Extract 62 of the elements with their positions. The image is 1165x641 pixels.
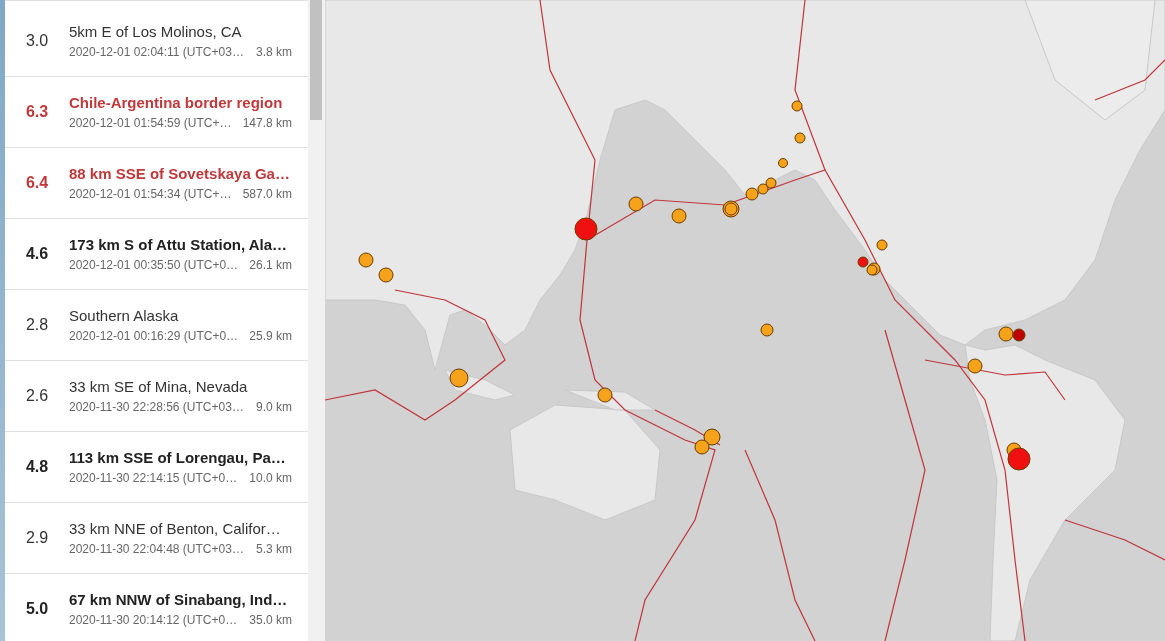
depth: 9.0 km: [256, 400, 292, 414]
depth: 26.1 km: [249, 258, 292, 272]
depth: 35.0 km: [249, 613, 292, 627]
event-time: 2020-12-01 00:35:50 (UTC+0…: [69, 258, 239, 272]
location-title: 113 km SSE of Lorengau, Pa…: [69, 449, 287, 466]
magnitude: 6.3: [24, 103, 50, 121]
event-time: 2020-11-30 20:14:12 (UTC+0…: [69, 613, 238, 627]
earthquake-marker[interactable]: [791, 100, 803, 112]
earthquake-marker[interactable]: [778, 158, 788, 168]
event-time: 2020-12-01 01:54:59 (UTC+…: [69, 116, 232, 130]
earthquake-marker[interactable]: [378, 267, 394, 283]
event-time: 2020-12-01 02:04:11 (UTC+03…: [69, 45, 244, 59]
magnitude: 2.8: [24, 316, 50, 334]
magnitude: 4.6: [24, 245, 50, 263]
event-time: 2020-11-30 22:04:48 (UTC+03…: [69, 542, 244, 556]
location-title: 5km E of Los Molinos, CA: [69, 23, 243, 40]
location-title: 67 km NNW of Sinabang, Ind…: [69, 591, 289, 608]
earthquake-marker[interactable]: [628, 196, 644, 212]
earthquake-marker[interactable]: [998, 326, 1014, 342]
event-time: 2020-11-30 22:14:15 (UTC+0…: [69, 471, 238, 485]
location-title: Southern Alaska: [69, 307, 180, 324]
earthquake-marker[interactable]: [745, 187, 759, 201]
earthquake-marker[interactable]: [597, 387, 613, 403]
event-time: 2020-11-30 22:28:56 (UTC+03…: [69, 400, 244, 414]
earthquake-marker[interactable]: [1007, 447, 1031, 471]
location-title: Chile-Argentina border region: [69, 94, 284, 111]
earthquake-marker[interactable]: [574, 217, 598, 241]
earthquake-marker[interactable]: [876, 239, 888, 251]
earthquake-marker[interactable]: [794, 132, 806, 144]
depth: 147.8 km: [242, 116, 292, 130]
earthquake-marker[interactable]: [703, 428, 721, 446]
location-title: 33 km NNE of Benton, Califor…: [69, 520, 282, 537]
magnitude: 5.0: [24, 600, 50, 618]
magnitude: 2.6: [24, 387, 50, 405]
earthquake-marker[interactable]: [857, 256, 869, 268]
depth: 587.0 km: [242, 187, 292, 201]
location-title: 88 km SSE of Sovetskaya Ga…: [69, 165, 291, 182]
depth: 25.9 km: [249, 329, 292, 343]
magnitude: 4.8: [24, 458, 50, 476]
depth: 3.8 km: [256, 45, 292, 59]
earthquake-marker[interactable]: [765, 177, 777, 189]
earthquake-marker[interactable]: [866, 264, 878, 276]
earthquake-marker[interactable]: [694, 439, 710, 455]
earthquake-marker[interactable]: [724, 202, 738, 216]
location-title: 173 km S of Attu Station, Ala…: [69, 236, 289, 253]
earthquake-marker[interactable]: [358, 252, 374, 268]
magnitude: 2.9: [24, 529, 50, 547]
depth: 10.0 km: [249, 471, 292, 485]
earthquake-marker[interactable]: [967, 358, 983, 374]
magnitude: 6.4: [24, 174, 50, 192]
scrollbar-thumb[interactable]: [310, 0, 322, 120]
depth: 5.3 km: [256, 542, 292, 556]
event-time: 2020-12-01 01:54:34 (UTC+…: [69, 187, 232, 201]
earthquake-marker[interactable]: [757, 183, 769, 195]
location-title: 33 km SE of Mina, Nevada: [69, 378, 249, 395]
earthquake-marker[interactable]: [671, 208, 687, 224]
earthquake-marker[interactable]: [1012, 328, 1026, 342]
earthquake-marker[interactable]: [449, 368, 469, 388]
event-time: 2020-12-01 00:16:29 (UTC+0…: [69, 329, 239, 343]
magnitude: 3.0: [24, 32, 50, 50]
earthquake-marker[interactable]: [760, 323, 774, 337]
scrollbar[interactable]: [308, 0, 325, 641]
